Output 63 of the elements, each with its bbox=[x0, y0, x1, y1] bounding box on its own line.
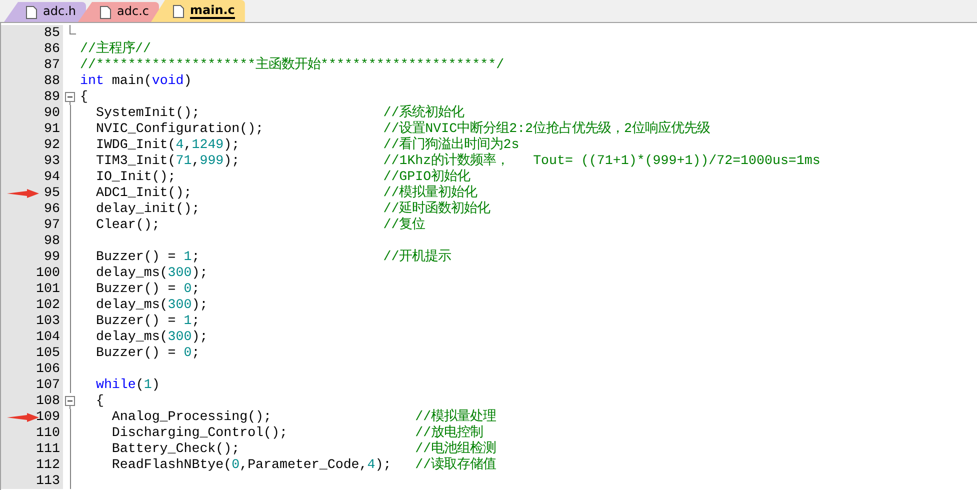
fold-toggle[interactable] bbox=[65, 396, 76, 409]
code-line: { bbox=[79, 89, 88, 105]
code-line: while(1) bbox=[94, 377, 160, 393]
file-icon bbox=[100, 6, 111, 18]
line-number: 107 bbox=[36, 377, 60, 392]
line-number: 98 bbox=[44, 233, 60, 248]
code-line: ReadFlashNBtye(0,Parameter_Code,4); //读取存储值 bbox=[110, 457, 496, 473]
line-number: 101 bbox=[36, 281, 60, 296]
line-number: 90 bbox=[44, 105, 60, 120]
code-line: Discharging_Control(); //放电控制 bbox=[110, 425, 484, 440]
line-number: 100 bbox=[36, 265, 60, 280]
code-line: SystemInit(); //系统初始化 bbox=[94, 105, 464, 120]
code-line: { bbox=[94, 393, 104, 409]
line-number: 87 bbox=[44, 57, 60, 72]
code-line: delay_ms(300); bbox=[94, 297, 208, 313]
code-line: Clear(); //复位 bbox=[94, 217, 426, 233]
fold-end-icon bbox=[69, 25, 76, 35]
line-number: 112 bbox=[36, 457, 60, 472]
code-line: Buzzer() = 0; bbox=[94, 281, 200, 297]
code-line: IWDG_Init(4,1249); //看门狗溢出时间为2s bbox=[94, 137, 520, 152]
file-icon bbox=[172, 4, 184, 18]
line-number: 103 bbox=[36, 313, 60, 328]
code-line: Analog_Processing(); //模拟量处理 bbox=[110, 409, 496, 424]
code-line: delay_init(); //延时函数初始化 bbox=[94, 201, 490, 217]
code-line: Battery_Check(); //电池组检测 bbox=[110, 441, 496, 457]
fold-toggle[interactable] bbox=[65, 92, 76, 105]
code-line: //********************主函数开始**********************/ bbox=[79, 57, 504, 73]
line-number: 91 bbox=[44, 121, 60, 136]
line-number: 109 bbox=[36, 409, 60, 424]
line-number: 85 bbox=[44, 25, 60, 40]
line-number: 96 bbox=[44, 201, 60, 216]
line-number: 89 bbox=[44, 89, 60, 104]
file-tab[interactable]: adc.c bbox=[78, 2, 159, 22]
file-tab[interactable]: main.c bbox=[150, 0, 245, 22]
line-number: 95 bbox=[44, 185, 60, 200]
file-icon bbox=[26, 6, 37, 18]
line-number: 99 bbox=[44, 249, 60, 264]
code-line: int main(void) bbox=[79, 73, 192, 89]
line-number: 92 bbox=[44, 137, 60, 152]
line-number: 104 bbox=[36, 329, 60, 344]
line-number: 94 bbox=[44, 169, 60, 184]
line-number: 102 bbox=[36, 297, 60, 312]
line-number: 108 bbox=[36, 393, 60, 408]
line-number: 97 bbox=[44, 217, 60, 232]
code-line: IO_Init(); //GPIO初始化 bbox=[94, 169, 470, 184]
code-line: Buzzer() = 0; bbox=[94, 345, 200, 361]
line-number: 113 bbox=[36, 473, 60, 488]
code-line: delay_ms(300); bbox=[94, 265, 208, 281]
code-line: delay_ms(300); bbox=[94, 329, 208, 345]
code-line: TIM3_Init(71,999); //1Khz的计数频率， Tout= ((71+1)*(999+1))/72=1000us=1ms bbox=[94, 153, 820, 168]
code-line: NVIC_Configuration(); //设置NVIC中断分组2:2位抢占优先级，2位响应优先级 bbox=[94, 121, 710, 136]
line-number: 86 bbox=[44, 41, 60, 56]
line-number: 105 bbox=[36, 345, 60, 360]
line-number: 93 bbox=[44, 153, 60, 168]
code-line: Buzzer() = 1; bbox=[94, 313, 200, 329]
line-number: 111 bbox=[36, 441, 60, 456]
code-line: ADC1_Init(); //模拟量初始化 bbox=[94, 185, 478, 200]
line-number: 110 bbox=[36, 425, 60, 440]
line-number: 106 bbox=[36, 361, 60, 376]
file-tab[interactable]: adc.h bbox=[4, 2, 86, 22]
code-line: //主程序// bbox=[79, 41, 151, 57]
code-line: Buzzer() = 1; //开机提示 bbox=[94, 249, 452, 265]
line-number: 88 bbox=[44, 73, 60, 88]
